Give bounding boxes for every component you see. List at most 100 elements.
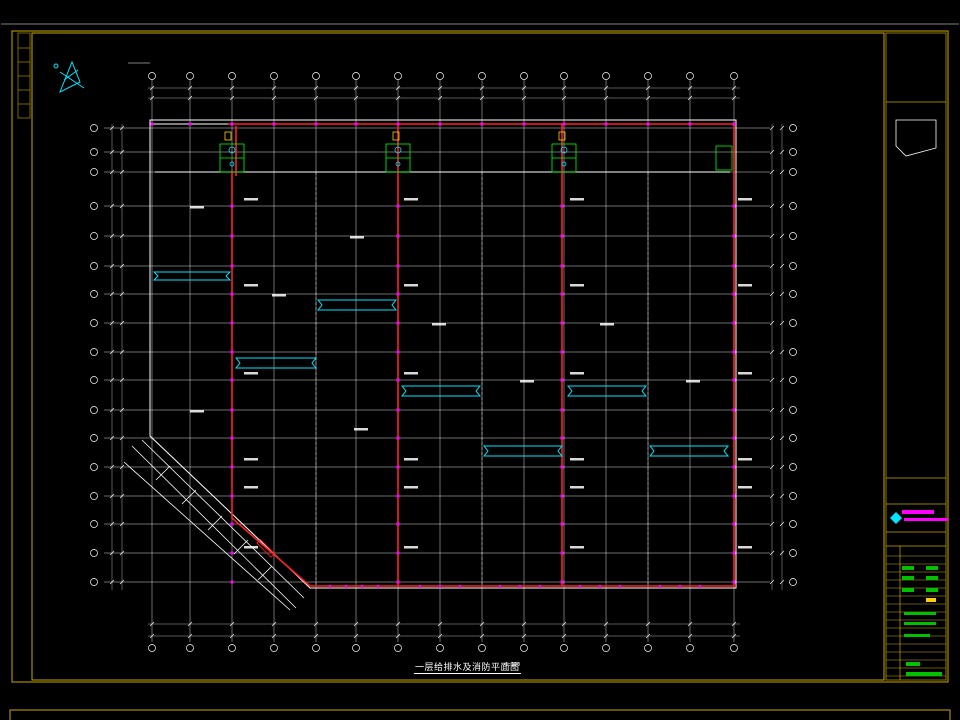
annotation-mark [570, 458, 584, 461]
axis-bubble-right [789, 406, 797, 414]
sprinkler-head [396, 522, 400, 526]
annotation-mark [244, 372, 258, 375]
axis-bubble-bottom [436, 644, 444, 652]
sprinkler-head [688, 122, 692, 126]
sprinkler-head [560, 522, 564, 526]
axis-bubble-left [90, 463, 98, 471]
axis-bubble-top [394, 72, 402, 80]
axis-bubble-right [789, 290, 797, 298]
sprinkler-head [562, 122, 566, 126]
annotation-mark [570, 198, 584, 201]
sprinkler-head [396, 234, 400, 238]
annotation-mark [404, 458, 418, 461]
sprinkler-head [329, 585, 331, 588]
axis-bubble-left [90, 406, 98, 414]
axis-bubble-bottom [730, 644, 738, 652]
sprinkler-head [732, 522, 736, 526]
sprinkler-head [396, 264, 400, 268]
vertical-axis-grid [151, 80, 735, 642]
annotation-mark [244, 458, 258, 461]
riser-yellow-symbols [224, 131, 566, 141]
sprinkler-head [732, 321, 736, 325]
axis-bubble-right [789, 549, 797, 557]
axis-bubble-top [148, 72, 156, 80]
axis-bubble-top [352, 72, 360, 80]
axis-bubble-bottom [312, 644, 320, 652]
axis-bubble-top [520, 72, 528, 80]
axis-bubble-right [789, 492, 797, 500]
sprinkler-head [579, 585, 581, 588]
cyan-hydrant-boxes [152, 271, 730, 457]
riser-equipment [219, 143, 733, 173]
axis-bubble-right [789, 319, 797, 327]
sprinkler-head [560, 408, 564, 412]
axis-bubble-right [789, 348, 797, 356]
axis-bubble-bottom [686, 644, 694, 652]
sprinkler-head [560, 292, 564, 296]
axis-bubble-left [90, 262, 98, 270]
sprinkler-head [560, 580, 564, 584]
annotation-mark [600, 323, 614, 326]
annotation-mark [686, 380, 700, 383]
sprinkler-head [646, 122, 650, 126]
sprinkler-head [230, 580, 234, 584]
dimension-lines [111, 87, 783, 637]
axis-bubble-bottom [520, 644, 528, 652]
sprinkler-head [396, 494, 400, 498]
axis-bubble-top [436, 72, 444, 80]
annotation-mark [404, 372, 418, 375]
axis-bubble-bottom [148, 644, 156, 652]
sprinkler-head [560, 465, 564, 469]
sprinkler-head [560, 378, 564, 382]
annotation-mark [738, 284, 752, 287]
axis-bubble-top [478, 72, 486, 80]
axis-bubble-top [270, 72, 278, 80]
axis-bubble-right [789, 434, 797, 442]
annotation-mark [570, 486, 584, 489]
annotation-mark [354, 428, 368, 431]
annotation-mark [244, 486, 258, 489]
annotation-mark [738, 486, 752, 489]
annotation-mark [272, 294, 286, 297]
sprinkler-head [396, 436, 400, 440]
sprinkler-head [230, 494, 234, 498]
sprinkler-head [396, 122, 400, 126]
sprinkler-head [188, 122, 192, 126]
title-block-green-fills [902, 566, 942, 676]
sprinkler-head [396, 378, 400, 382]
sprinkler-head [361, 585, 363, 588]
axis-bubble-bottom [560, 644, 568, 652]
sprinkler-head [230, 264, 234, 268]
sprinkler-head [732, 350, 736, 354]
axis-bubble-right [789, 578, 797, 586]
sprinkler-head [732, 204, 736, 208]
dimension-ticks [109, 85, 785, 639]
cad-drawing-canvas [1, 23, 959, 720]
sprinkler-head [396, 350, 400, 354]
sprinkler-head [150, 122, 154, 126]
axis-bubble-left [90, 168, 98, 176]
diagonal-wing [123, 439, 305, 611]
annotation-mark [190, 410, 204, 413]
sprinkler-head [230, 204, 234, 208]
title-block-stamp [895, 119, 937, 157]
screen-border [1, 23, 959, 25]
sprinkler-head [732, 408, 736, 412]
axis-bubble-bottom [352, 644, 360, 652]
sprinkler-head [230, 292, 234, 296]
sprinkler-head [732, 465, 736, 469]
sprinkler-head [499, 585, 501, 588]
sprinkler-head [560, 321, 564, 325]
sprinkler-head [560, 494, 564, 498]
sprinkler-head [230, 122, 234, 126]
sprinkler-head [396, 321, 400, 325]
title-block-yellow [926, 598, 936, 602]
axis-bubble-top [186, 72, 194, 80]
bottom-strip [9, 709, 951, 720]
title-block-rows [886, 555, 946, 677]
sprinkler-head [560, 204, 564, 208]
outer-frame [11, 30, 949, 683]
axis-bubble-top [228, 72, 236, 80]
axis-bubble-bottom [644, 644, 652, 652]
axis-bubble-right [789, 124, 797, 132]
